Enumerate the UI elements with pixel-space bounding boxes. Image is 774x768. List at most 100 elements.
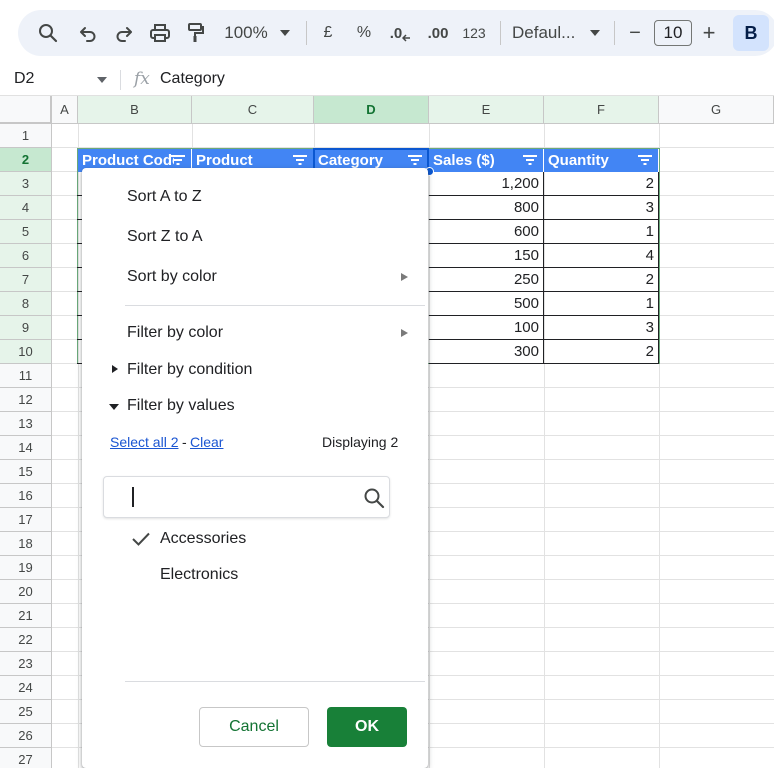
row-header-12[interactable]: 12 — [0, 388, 52, 412]
collapse-down-icon[interactable] — [109, 404, 119, 410]
decrease-font-size-button[interactable]: − — [624, 10, 646, 56]
sales-cell[interactable]: 500 — [429, 292, 544, 316]
row-header-26[interactable]: 26 — [0, 724, 52, 748]
filter-value-accessories[interactable]: Accessories — [160, 530, 246, 548]
row-header-6[interactable]: 6 — [0, 244, 52, 268]
decrease-decimal-button[interactable]: .0 — [388, 10, 414, 56]
undo-button[interactable] — [74, 10, 102, 56]
more-formats-button[interactable]: 123 — [460, 10, 488, 56]
column-header-f[interactable]: F — [544, 96, 659, 124]
sales-cell[interactable]: 300 — [429, 340, 544, 364]
search-icon — [39, 24, 58, 43]
sales-cell[interactable]: 100 — [429, 316, 544, 340]
formula-input[interactable]: Category — [160, 70, 225, 88]
row-header-25[interactable]: 25 — [0, 700, 52, 724]
row-header-8[interactable]: 8 — [0, 292, 52, 316]
cancel-button[interactable]: Cancel — [199, 707, 309, 747]
zoom-select[interactable]: 100% — [222, 10, 270, 56]
select-all-corner[interactable] — [0, 96, 52, 124]
sales-cell[interactable]: 150 — [429, 244, 544, 268]
paint-format-button[interactable] — [182, 10, 210, 56]
search-menus-button[interactable] — [34, 10, 62, 56]
font-size-input[interactable]: 10 — [654, 20, 692, 46]
plus-icon: + — [702, 20, 716, 45]
filter-by-condition[interactable]: Filter by condition — [127, 361, 252, 379]
redo-button[interactable] — [110, 10, 138, 56]
filter-by-values[interactable]: Filter by values — [127, 397, 235, 415]
text-cursor — [132, 487, 134, 507]
percent-format-button[interactable]: % — [354, 10, 374, 56]
quantity-cell[interactable]: 3 — [544, 196, 659, 220]
row-header-3[interactable]: 3 — [0, 172, 52, 196]
quantity-cell[interactable]: 2 — [544, 268, 659, 292]
quantity-cell[interactable]: 4 — [544, 244, 659, 268]
increase-decimal-button[interactable]: .00 — [424, 10, 452, 56]
sort-z-to-a[interactable]: Sort Z to A — [127, 228, 203, 246]
arrow-left-icon — [402, 34, 411, 42]
increase-font-size-button[interactable]: + — [698, 10, 720, 56]
row-header-22[interactable]: 22 — [0, 628, 52, 652]
column-header-c[interactable]: C — [192, 96, 314, 124]
column-header-g[interactable]: G — [659, 96, 774, 124]
clear-link[interactable]: Clear — [190, 434, 223, 450]
caret-down-icon — [590, 30, 600, 36]
fx-icon: fx — [134, 69, 150, 89]
sales-cell[interactable]: 800 — [429, 196, 544, 220]
row-header-18[interactable]: 18 — [0, 532, 52, 556]
font-select[interactable]: Defaul... — [512, 10, 580, 56]
row-header-11[interactable]: 11 — [0, 364, 52, 388]
link-separator: - — [182, 434, 187, 450]
quantity-cell[interactable]: 1 — [544, 220, 659, 244]
row-header-16[interactable]: 16 — [0, 484, 52, 508]
row-header-1[interactable]: 1 — [0, 124, 52, 148]
row-header-20[interactable]: 20 — [0, 580, 52, 604]
name-box[interactable]: D2 — [14, 70, 34, 88]
quantity-cell[interactable]: 1 — [544, 292, 659, 316]
row-header-14[interactable]: 14 — [0, 436, 52, 460]
sort-a-to-z[interactable]: Sort A to Z — [127, 188, 202, 206]
increase-decimal-label: .00 — [427, 24, 449, 42]
filter-values-search-input[interactable] — [103, 476, 390, 518]
ok-button[interactable]: OK — [327, 707, 407, 747]
row-header-9[interactable]: 9 — [0, 316, 52, 340]
filter-by-color[interactable]: Filter by color — [127, 324, 223, 342]
row-header-19[interactable]: 19 — [0, 556, 52, 580]
row-header-21[interactable]: 21 — [0, 604, 52, 628]
currency-format-button[interactable]: £ — [318, 10, 338, 56]
quantity-cell[interactable]: 2 — [544, 172, 659, 196]
row-header-4[interactable]: 4 — [0, 196, 52, 220]
row-header-27[interactable]: 27 — [0, 748, 52, 768]
expand-right-icon[interactable] — [112, 365, 118, 373]
paint-format-icon — [188, 23, 204, 42]
quantity-cell[interactable]: 3 — [544, 316, 659, 340]
filter-value-electronics[interactable]: Electronics — [160, 566, 238, 584]
zoom-dropdown[interactable] — [278, 10, 292, 56]
print-button[interactable] — [146, 10, 174, 56]
row-header-23[interactable]: 23 — [0, 652, 52, 676]
filter-menu: Sort A to Z Sort Z to A Sort by color Fi… — [82, 168, 428, 768]
column-header-d[interactable]: D — [314, 96, 429, 124]
check-icon[interactable] — [132, 532, 150, 546]
sort-by-color[interactable]: Sort by color — [127, 268, 409, 286]
row-header-15[interactable]: 15 — [0, 460, 52, 484]
row-header-2[interactable]: 2 — [0, 148, 52, 172]
row-header-13[interactable]: 13 — [0, 412, 52, 436]
quantity-cell[interactable]: 2 — [544, 340, 659, 364]
column-header-e[interactable]: E — [429, 96, 544, 124]
row-header-10[interactable]: 10 — [0, 340, 52, 364]
row-header-5[interactable]: 5 — [0, 220, 52, 244]
font-dropdown[interactable] — [588, 10, 602, 56]
sales-cell[interactable]: 600 — [429, 220, 544, 244]
sales-cell[interactable]: 1,200 — [429, 172, 544, 196]
name-box-dropdown-icon[interactable] — [97, 77, 107, 83]
row-header-24[interactable]: 24 — [0, 676, 52, 700]
row-header-7[interactable]: 7 — [0, 268, 52, 292]
sales-cell[interactable]: 250 — [429, 268, 544, 292]
row-header-17[interactable]: 17 — [0, 508, 52, 532]
search-icon — [364, 488, 385, 509]
bold-button[interactable]: B — [733, 15, 769, 51]
percent-label: % — [356, 24, 372, 41]
column-header-a[interactable]: A — [52, 96, 78, 124]
column-header-b[interactable]: B — [78, 96, 192, 124]
select-all-link[interactable]: Select all 2 — [110, 434, 178, 450]
